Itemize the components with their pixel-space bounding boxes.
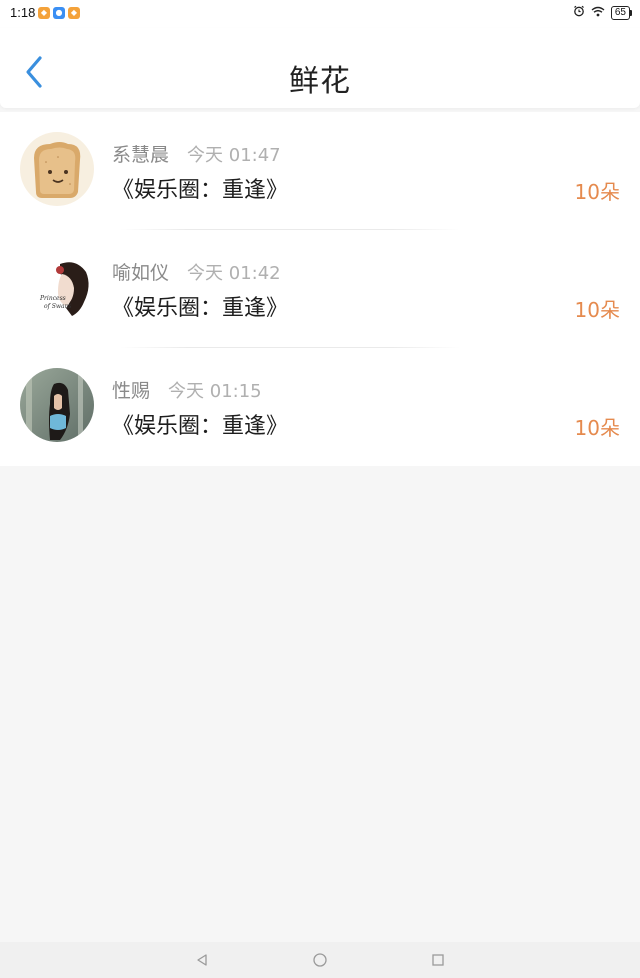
page-title: 鲜花: [289, 64, 351, 99]
system-nav-bar: [0, 942, 640, 978]
svg-text:Princess: Princess: [39, 295, 66, 302]
search-app-icon: ●: [53, 7, 65, 19]
flower-count: 10朵: [574, 298, 620, 322]
record-meta: 喻如仪 今天 01:42: [112, 258, 281, 285]
timestamp: 今天 01:47: [187, 145, 281, 166]
book-title[interactable]: 《娱乐圈：重逢》: [112, 408, 288, 440]
notes-app-icon: ◆: [68, 7, 80, 19]
list-item[interactable]: Princess of Swans 喻如仪 今天 01:42 《娱乐圈：重逢》 …: [0, 230, 640, 348]
toast-avatar[interactable]: [20, 132, 94, 206]
recents-square-icon: [432, 954, 444, 966]
status-bar: 1:18 ◆ ● ◆ 65: [0, 0, 640, 28]
svg-text:of Swans: of Swans: [44, 303, 72, 310]
flower-record-list: 系慧晨 今天 01:47 《娱乐圈：重逢》 10朵 Princess of Sw…: [0, 112, 640, 466]
girl-photo-avatar[interactable]: [20, 368, 94, 442]
book-title[interactable]: 《娱乐圈：重逢》: [112, 172, 288, 204]
home-circle-icon: [313, 953, 327, 967]
status-indicators: 65: [573, 5, 633, 20]
timestamp: 今天 01:42: [187, 263, 281, 284]
nav-back-button[interactable]: [192, 950, 212, 970]
record-meta: 性赐 今天 01:15: [112, 376, 262, 403]
list-item[interactable]: 系慧晨 今天 01:47 《娱乐圈：重逢》 10朵: [0, 112, 640, 230]
nav-home-button[interactable]: [310, 950, 330, 970]
list-item[interactable]: 性赐 今天 01:15 《娱乐圈：重逢》 10朵: [0, 348, 640, 466]
timestamp: 今天 01:15: [168, 381, 262, 402]
girl-portrait-avatar[interactable]: Princess of Swans: [20, 250, 94, 324]
book-title[interactable]: 《娱乐圈：重逢》: [112, 290, 288, 322]
game-app-icon: ◆: [38, 7, 50, 19]
back-triangle-icon: [197, 954, 207, 966]
username[interactable]: 系慧晨: [112, 140, 169, 167]
username[interactable]: 性赐: [112, 376, 150, 403]
record-meta: 系慧晨 今天 01:47: [112, 140, 281, 167]
username[interactable]: 喻如仪: [112, 258, 169, 285]
flower-count: 10朵: [574, 416, 620, 440]
nav-recents-button[interactable]: [428, 950, 448, 970]
battery-icon: 65: [610, 5, 633, 20]
wifi-icon: [591, 6, 605, 20]
status-time: 1:18: [10, 5, 36, 20]
flower-count: 10朵: [574, 180, 620, 204]
alarm-icon: [573, 5, 585, 20]
header: 鲜花: [0, 28, 640, 108]
